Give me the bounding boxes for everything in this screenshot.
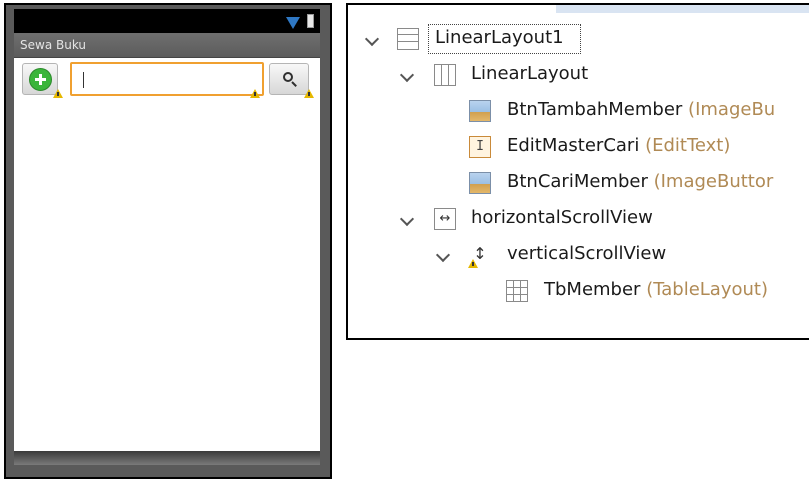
warning-icon bbox=[468, 259, 478, 268]
outline-tree: LinearLayout1 LinearLayout BtnTambahMemb… bbox=[346, 3, 809, 340]
plus-icon bbox=[29, 68, 52, 91]
layout-content bbox=[14, 58, 320, 465]
wifi-signal-icon bbox=[286, 17, 300, 29]
status-bar bbox=[14, 9, 320, 33]
tree-item-label: BtnCariMember bbox=[507, 171, 648, 192]
tree-item-label: verticalScrollView bbox=[507, 243, 667, 264]
chevron-down-icon[interactable] bbox=[435, 247, 451, 263]
tree-item-type: (ImageBu bbox=[688, 99, 776, 120]
search-icon bbox=[283, 72, 293, 82]
app-title-bar: Sewa Buku bbox=[14, 33, 320, 58]
warning-icon bbox=[250, 89, 260, 98]
horizontalscrollview-icon: ↔ bbox=[434, 208, 456, 230]
tree-item-label: BtnTambahMember bbox=[507, 99, 683, 120]
tree-item-label: TbMember bbox=[544, 279, 641, 300]
chevron-down-icon[interactable] bbox=[399, 211, 415, 227]
tree-item-label: LinearLayout bbox=[471, 63, 589, 84]
warning-icon bbox=[53, 89, 63, 98]
linearlayout-vertical-icon bbox=[397, 28, 419, 50]
tree-item-label: LinearLayout1 bbox=[435, 27, 564, 48]
tree-item-type: (ImageButtor bbox=[653, 171, 774, 192]
tablelayout-icon bbox=[506, 280, 528, 302]
app-title: Sewa Buku bbox=[20, 38, 87, 52]
search-member-button[interactable] bbox=[269, 63, 309, 95]
phone-screen: Sewa Buku bbox=[14, 9, 320, 465]
tree-item-label: EditMasterCari bbox=[507, 135, 640, 156]
device-bottom-edge bbox=[14, 451, 320, 465]
tree-item-type: (EditText) bbox=[645, 135, 731, 156]
imagebutton-icon bbox=[469, 172, 491, 194]
imagebutton-icon bbox=[469, 100, 491, 122]
warning-icon bbox=[304, 89, 314, 98]
tree-item-type: (TableLayout) bbox=[646, 279, 768, 300]
search-input[interactable] bbox=[70, 62, 264, 96]
device-preview: Sewa Buku bbox=[4, 3, 332, 479]
linearlayout-horizontal-icon bbox=[434, 64, 456, 86]
battery-icon bbox=[307, 14, 314, 28]
text-cursor bbox=[83, 72, 84, 88]
tree-item-label: horizontalScrollView bbox=[471, 207, 653, 228]
chevron-down-icon[interactable] bbox=[399, 67, 415, 83]
chevron-down-icon[interactable] bbox=[364, 31, 380, 47]
edittext-icon: I bbox=[469, 136, 491, 158]
